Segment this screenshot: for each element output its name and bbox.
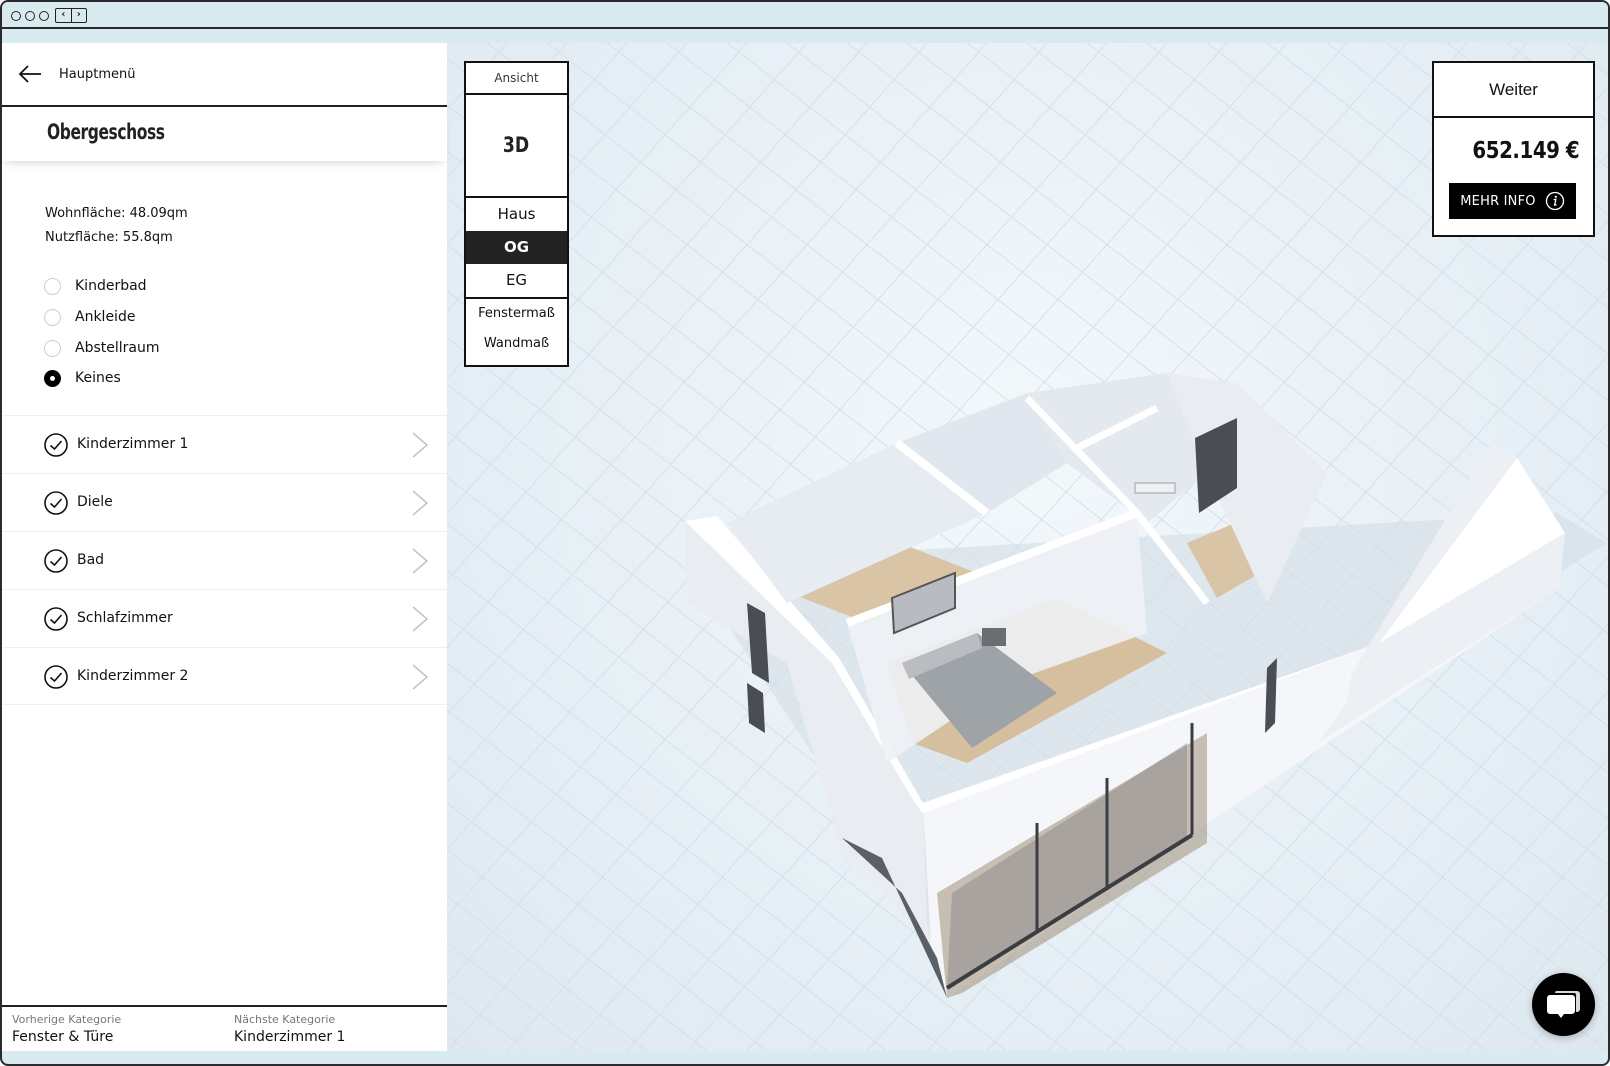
view-panel: Ansicht 3D Haus OG EG Fenstermaß Wandmaß — [464, 61, 569, 367]
previous-category-caption: Vorherige Kategorie — [12, 1013, 122, 1026]
room-item-bad[interactable]: Bad — [2, 531, 447, 589]
app-content: Hauptmenü Obergeschoss Wohnfläche: 48.09… — [2, 43, 1608, 1051]
app-window: ‹ › Hauptmenü Obergeschoss Wohnfläche: 4… — [0, 0, 1610, 1066]
next-category-link[interactable]: Nächste Kategorie Kinderzimmer 1 — [234, 1013, 345, 1045]
back-label: Hauptmenü — [59, 67, 136, 82]
option-keines[interactable]: Keines — [44, 368, 121, 388]
room-item-kinderzimmer-2[interactable]: Kinderzimmer 2 — [2, 647, 447, 705]
chevron-right-icon — [412, 548, 429, 574]
usable-area-text: Nutzfläche: 55.8qm — [45, 230, 173, 245]
room-label: Diele — [77, 494, 113, 510]
floor-tab-haus[interactable]: Haus — [466, 198, 567, 231]
nav-back-icon[interactable]: ‹ — [56, 9, 72, 22]
floor-tab-eg[interactable]: EG — [466, 264, 567, 297]
more-info-label: MEHR INFO — [1460, 193, 1536, 209]
option-kinderbad[interactable]: Kinderbad — [44, 276, 147, 296]
window-dot-icon[interactable] — [11, 11, 21, 21]
previous-category-link[interactable]: Vorherige Kategorie Fenster & Türe — [12, 1013, 121, 1045]
floor-header: Obergeschoss — [2, 107, 447, 161]
total-price: 652.149 € — [1455, 138, 1579, 164]
room-list: Kinderzimmer 1 Diele Bad Schlafzimmer Ki… — [2, 415, 447, 705]
radio-button-selected[interactable] — [44, 369, 61, 387]
room-label: Bad — [77, 552, 105, 568]
view-panel-title: Ansicht — [466, 63, 567, 95]
chat-bubble-icon — [1547, 991, 1580, 1018]
check-circle-icon — [44, 433, 68, 457]
radio-button[interactable] — [44, 308, 61, 326]
category-footer: Vorherige Kategorie Fenster & Türe Nächs… — [2, 1005, 447, 1051]
room-item-schlafzimmer[interactable]: Schlafzimmer — [2, 589, 447, 647]
check-circle-icon — [44, 607, 68, 631]
radio-button[interactable] — [44, 277, 61, 295]
room-item-kinderzimmer-1[interactable]: Kinderzimmer 1 — [2, 415, 447, 473]
3d-viewport[interactable]: Ansicht 3D Haus OG EG Fenstermaß Wandmaß… — [447, 43, 1608, 1051]
browser-nav: ‹ › — [55, 8, 87, 23]
back-to-main-menu[interactable]: Hauptmenü — [2, 43, 447, 107]
next-category-value: Kinderzimmer 1 — [234, 1029, 346, 1045]
sidebar: Hauptmenü Obergeschoss Wohnfläche: 48.09… — [2, 43, 447, 1051]
floor-tab-og[interactable]: OG — [466, 231, 567, 264]
radio-label: Ankleide — [75, 309, 136, 325]
price-panel: Weiter 652.149 € MEHR INFO — [1432, 61, 1595, 237]
living-area-text: Wohnfläche: 48.09qm — [45, 206, 188, 221]
chevron-right-icon — [412, 606, 429, 632]
page-title: Obergeschoss — [47, 120, 165, 144]
chevron-right-icon — [412, 490, 429, 516]
more-info-button[interactable]: MEHR INFO — [1449, 183, 1576, 219]
arrow-left-icon — [18, 65, 41, 83]
room-item-diele[interactable]: Diele — [2, 473, 447, 531]
chevron-right-icon — [412, 664, 429, 690]
chat-button[interactable] — [1532, 973, 1595, 1036]
option-ankleide[interactable]: Ankleide — [44, 307, 135, 327]
toggle-window-measure[interactable]: Fenstermaß — [466, 299, 567, 329]
info-icon — [1545, 191, 1564, 211]
next-category-caption: Nächste Kategorie — [234, 1013, 336, 1026]
radio-label: Keines — [75, 370, 121, 386]
room-label: Kinderzimmer 2 — [77, 668, 189, 684]
check-circle-icon — [44, 549, 68, 573]
nav-forward-icon[interactable]: › — [72, 9, 87, 22]
title-bar: ‹ › — [2, 2, 1608, 29]
check-circle-icon — [44, 491, 68, 515]
radio-label: Abstellraum — [75, 340, 160, 356]
room-label: Schlafzimmer — [77, 610, 173, 626]
view-mode-3d-button[interactable]: 3D — [466, 95, 567, 198]
room-label: Kinderzimmer 1 — [77, 436, 189, 452]
option-abstellraum[interactable]: Abstellraum — [44, 338, 160, 358]
chevron-right-icon — [412, 432, 429, 458]
next-button[interactable]: Weiter — [1434, 63, 1593, 118]
window-dot-icon[interactable] — [25, 11, 35, 21]
toggle-wall-measure[interactable]: Wandmaß — [466, 329, 567, 359]
window-dot-icon[interactable] — [39, 11, 49, 21]
check-circle-icon — [44, 665, 68, 689]
previous-category-value: Fenster & Türe — [12, 1029, 114, 1045]
view-mode-label: 3D — [503, 133, 530, 157]
price-value: 652.149 € — [1472, 138, 1579, 164]
radio-label: Kinderbad — [75, 278, 147, 294]
floor-selector: Haus OG EG — [466, 198, 567, 299]
radio-button[interactable] — [44, 339, 61, 357]
